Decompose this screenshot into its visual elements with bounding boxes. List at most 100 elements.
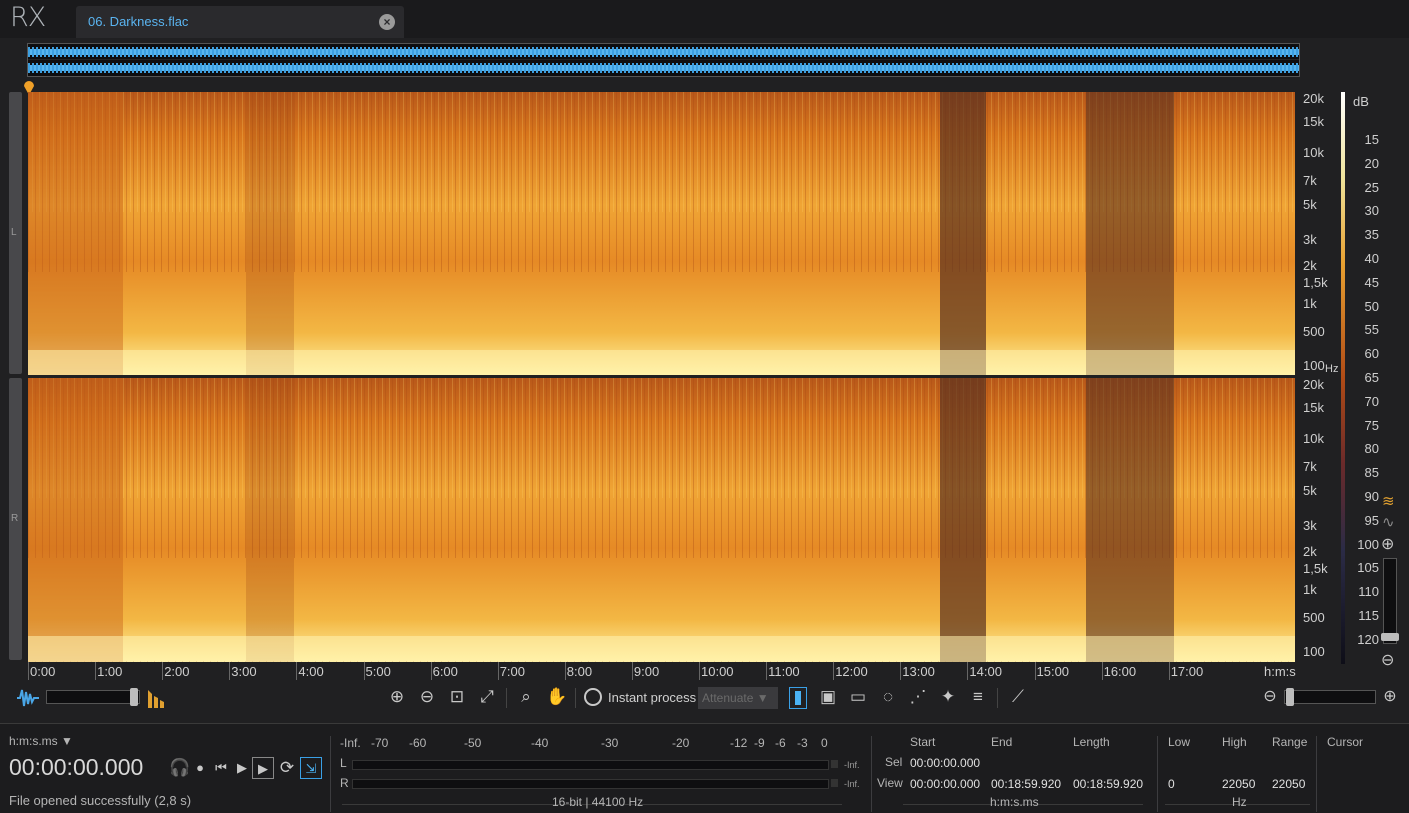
freq-label: 1,5k	[1303, 275, 1328, 290]
loop-icon[interactable]: ⟳	[276, 757, 298, 779]
file-tab-title[interactable]: 06. Darkness.flac	[88, 14, 188, 29]
freq-label: 7k	[1303, 459, 1317, 474]
freq-label: 2k	[1303, 544, 1317, 559]
meter-r-peak: -Inf.	[844, 779, 860, 789]
zoom-out-frequency-icon[interactable]: ⊖	[1381, 650, 1394, 670]
harmonic-selection-icon[interactable]: ≡	[967, 686, 989, 708]
time-format-select[interactable]: h:m:s.ms ▼	[9, 734, 73, 748]
freq-range-value[interactable]: 22050	[1272, 777, 1305, 791]
sel-start-value[interactable]: 00:00:00.000	[910, 756, 980, 770]
db-scale-label: 95	[1364, 512, 1379, 528]
time-zoom-slider[interactable]	[1284, 690, 1376, 704]
db-unit: dB	[1353, 94, 1369, 109]
freq-label: 10k	[1303, 145, 1324, 160]
time-label: 1:00	[97, 664, 123, 679]
panel-separator	[871, 736, 872, 812]
view-end-value[interactable]: 00:18:59.920	[991, 777, 1061, 791]
spectrogram-channel-r[interactable]	[28, 378, 1295, 662]
freq-low-value[interactable]: 0	[1168, 777, 1175, 791]
time-label: 0:00	[30, 664, 56, 679]
follow-playhead-icon[interactable]: ⇲	[300, 757, 322, 779]
zoom-fit-icon[interactable]: ⤢	[476, 686, 498, 708]
magic-wand-icon[interactable]: ✦	[937, 686, 959, 708]
time-tick	[1168, 662, 1170, 680]
waveform-spectrogram-blend-slider[interactable]	[46, 690, 140, 704]
time-selection-tool[interactable]	[789, 687, 807, 709]
time-label: 17:00	[1170, 664, 1204, 679]
db-scale-label: 55	[1364, 322, 1379, 338]
waveform-overview-graphic	[28, 44, 1299, 76]
freq-label: 1k	[1303, 296, 1317, 311]
time-label: 11:00	[768, 664, 800, 679]
freq-label: 1k	[1303, 582, 1317, 597]
play-icon[interactable]: ▶	[231, 757, 253, 779]
spectrogram-view-icon[interactable]: ≋	[1382, 492, 1395, 510]
time-label: 3:00	[231, 664, 257, 679]
zoom-selection-icon[interactable]: ⊡	[446, 686, 468, 708]
meter-scale-label: 0	[821, 736, 828, 750]
panel-separator	[1316, 736, 1317, 812]
time-tick	[564, 662, 566, 680]
time-zoom-thumb[interactable]	[1286, 688, 1294, 706]
frequency-zoom-slider[interactable]	[1383, 558, 1397, 644]
rectangle-selection-icon[interactable]: ▣	[817, 686, 839, 708]
waveform-overview[interactable]	[27, 43, 1300, 77]
blend-slider-thumb[interactable]	[130, 688, 138, 706]
volume-curve-icon[interactable]: ⟋	[1007, 686, 1029, 708]
audio-format: 16-bit | 44100 Hz	[552, 795, 644, 809]
magnify-tool-icon[interactable]: ⌕	[515, 686, 537, 708]
db-scale-label: 50	[1364, 298, 1379, 314]
play-selection-icon[interactable]: ▶	[252, 757, 274, 779]
headphones-icon[interactable]: 🎧	[169, 757, 191, 779]
app-logo: RX	[10, 2, 46, 33]
time-tick	[28, 662, 29, 680]
frequency-selection-icon[interactable]: ▭	[847, 686, 869, 708]
time-tick	[229, 662, 231, 680]
zoom-in-frequency-icon[interactable]: ⊕	[1381, 534, 1394, 554]
db-scale-label: 110	[1358, 584, 1379, 600]
spectrogram-icon[interactable]	[146, 686, 170, 710]
spectrogram-channel-l[interactable]	[28, 92, 1295, 375]
attenuate-select[interactable]: Attenuate ▼	[698, 687, 778, 709]
meter-scale-label: -30	[601, 736, 619, 750]
freq-unit: Hz	[1325, 363, 1339, 375]
meter-l-peak: -Inf.	[844, 760, 860, 770]
view-length-value[interactable]: 00:18:59.920	[1073, 777, 1143, 791]
frequency-zoom-thumb[interactable]	[1381, 633, 1399, 641]
time-tick	[363, 662, 365, 680]
time-tick	[967, 662, 969, 680]
brush-selection-icon[interactable]: ⋰	[907, 686, 929, 708]
meter-scale-label: -6	[775, 736, 786, 750]
meter-scale-label: -70	[371, 736, 389, 750]
zoom-in-icon[interactable]: ⊕	[386, 686, 408, 708]
waveform-view-icon[interactable]: ∿	[1382, 513, 1395, 531]
instant-process-label[interactable]: Instant process	[608, 690, 696, 705]
meter-scale-label: -9	[754, 736, 765, 750]
toolbar-divider	[997, 688, 998, 708]
zoom-out-icon[interactable]: ⊖	[416, 686, 438, 708]
freq-high-value[interactable]: 22050	[1222, 777, 1255, 791]
time-label: 10:00	[701, 664, 734, 679]
time-label: 14:00	[969, 664, 1002, 679]
freq-header-high: High	[1222, 735, 1247, 749]
db-scale-label: 40	[1364, 251, 1379, 266]
skip-to-start-icon[interactable]: ⏮	[210, 757, 232, 779]
meter-channel-l: L	[340, 756, 347, 770]
db-scale-label: 120	[1357, 631, 1379, 647]
time-tick	[430, 662, 432, 680]
record-icon[interactable]: ●	[189, 757, 211, 779]
panel-separator	[330, 736, 331, 812]
waveform-icon[interactable]	[16, 686, 40, 710]
freq-label: 3k	[1303, 518, 1317, 533]
close-icon[interactable]: ×	[379, 14, 395, 30]
channel-r-label: R	[11, 513, 19, 524]
lasso-selection-icon[interactable]: ◌	[877, 686, 899, 708]
hand-tool-icon[interactable]: ✋	[546, 686, 568, 708]
zoom-out-time-icon[interactable]: ⊖	[1259, 686, 1281, 708]
view-start-value[interactable]: 00:00:00.000	[910, 777, 980, 791]
instant-process-toggle[interactable]	[584, 688, 602, 706]
time-unit: h:m:s	[1264, 664, 1296, 679]
meter-scale-label: -3	[797, 736, 808, 750]
zoom-in-time-icon[interactable]: ⊕	[1379, 686, 1401, 708]
freq-label: 15k	[1303, 114, 1324, 129]
